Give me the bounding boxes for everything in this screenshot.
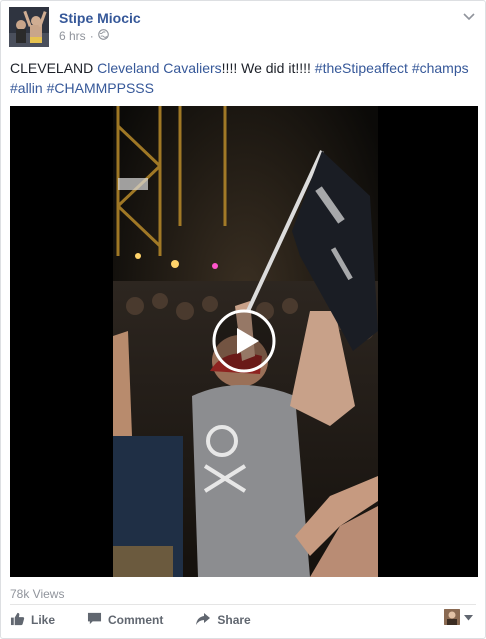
like-label: Like: [31, 613, 56, 627]
caret-down-icon: [464, 608, 473, 626]
share-label: Share: [217, 613, 251, 627]
comment-icon: [87, 612, 102, 629]
author-name[interactable]: Stipe Miocic: [59, 10, 141, 26]
comment-label: Comment: [108, 613, 164, 627]
hashtag-link[interactable]: #allin: [10, 80, 43, 96]
author-avatar[interactable]: [9, 7, 49, 47]
thumbs-up-icon: [10, 612, 25, 629]
view-count: 78k Views: [10, 587, 65, 601]
video-player[interactable]: [10, 106, 478, 577]
post-header: Stipe Miocic 6 hrs ·: [9, 7, 477, 49]
share-arrow-icon: [195, 612, 211, 629]
hashtag-link[interactable]: #champs: [412, 60, 469, 76]
meta-separator: ·: [89, 29, 94, 43]
action-bar: Like Comment Share: [10, 607, 476, 633]
like-button[interactable]: Like: [10, 612, 55, 629]
hashtag-link[interactable]: #theStipeaffect: [315, 60, 408, 76]
chevron-down-icon[interactable]: [463, 9, 475, 21]
post-as-selector[interactable]: [444, 608, 473, 626]
video-post: Stipe Miocic 6 hrs · CLEVELAND Cleveland…: [0, 0, 486, 639]
text-part: !!!! We did it!!!!: [221, 60, 315, 76]
globe-icon: [97, 29, 109, 43]
divider: [10, 604, 476, 605]
hashtag-link[interactable]: #CHAMMPPSSS: [47, 80, 154, 96]
post-timestamp[interactable]: 6 hrs: [59, 29, 86, 43]
text-part: CLEVELAND: [10, 60, 98, 76]
viewer-avatar: [444, 609, 460, 625]
post-meta: 6 hrs ·: [59, 29, 109, 43]
page-link-cavaliers[interactable]: Cleveland Cavaliers: [97, 60, 222, 76]
comment-button[interactable]: Comment: [87, 612, 163, 629]
play-icon[interactable]: [212, 309, 276, 373]
post-text: CLEVELAND Cleveland Cavaliers!!!! We did…: [10, 58, 478, 98]
share-button[interactable]: Share: [195, 612, 251, 629]
